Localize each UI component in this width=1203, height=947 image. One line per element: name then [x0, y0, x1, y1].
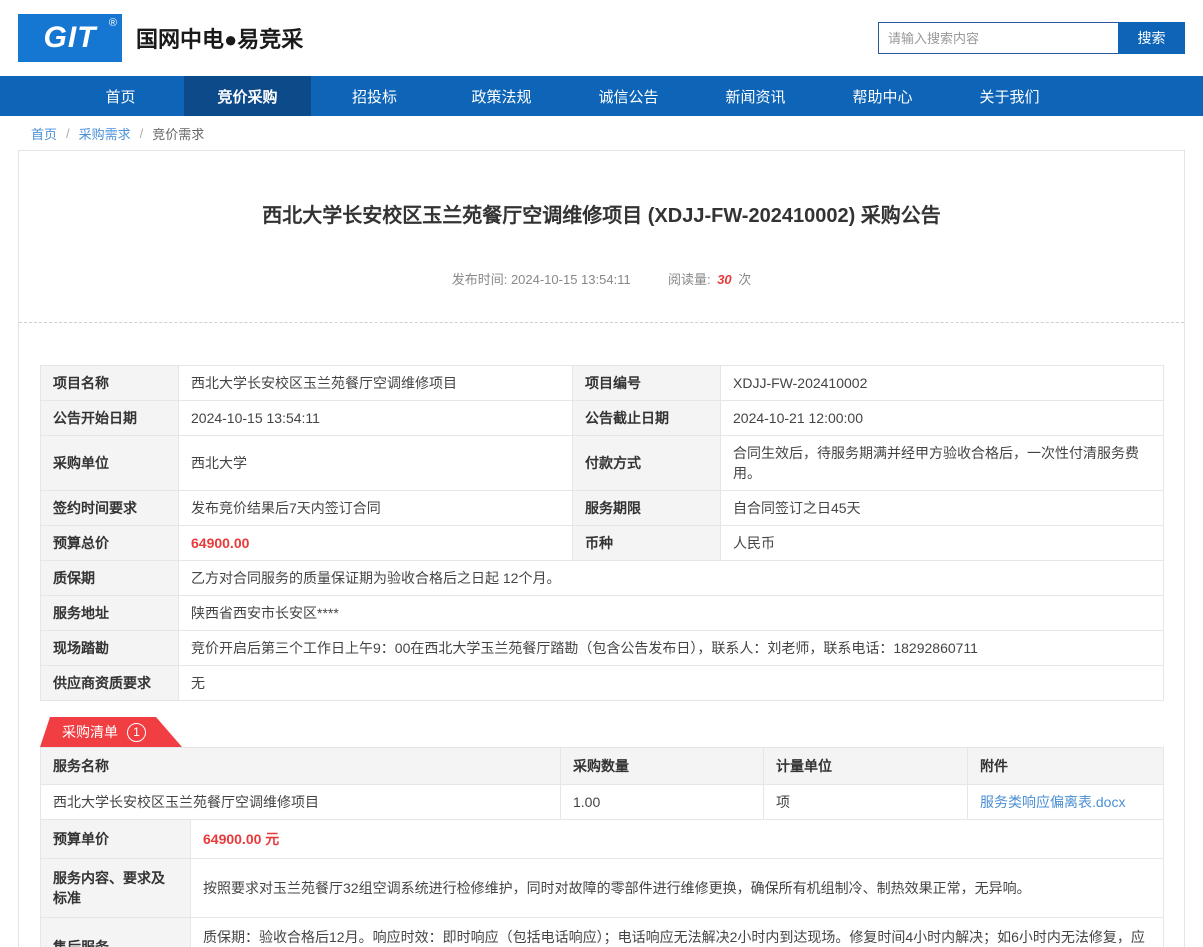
project-name-label: 项目名称 — [40, 365, 179, 401]
service-period-label: 服务期限 — [572, 490, 721, 526]
table-row: 项目名称 西北大学长安校区玉兰苑餐厅空调维修项目 项目编号 XDJJ-FW-20… — [40, 365, 1164, 401]
column-service-name: 服务名称 — [40, 747, 561, 785]
nav-item-help-center[interactable]: 帮助中心 — [819, 76, 946, 116]
column-unit: 计量单位 — [763, 747, 968, 785]
search-button[interactable]: 搜索 — [1118, 22, 1185, 54]
main-nav: 首页 竞价采购 招投标 政策法规 诚信公告 新闻资讯 帮助中心 关于我们 — [0, 76, 1203, 116]
qualification-value: 无 — [178, 665, 1164, 701]
views-count: 30 — [717, 272, 732, 287]
nav-item-tender[interactable]: 招投标 — [311, 76, 438, 116]
purchase-list-tag-label: 采购清单 — [62, 724, 118, 740]
nav-item-about-us[interactable]: 关于我们 — [946, 76, 1073, 116]
end-date-label: 公告截止日期 — [572, 400, 721, 436]
sign-time-value: 发布竞价结果后7天内签订合同 — [178, 490, 573, 526]
payment-label: 付款方式 — [572, 435, 721, 491]
service-period-value: 自合同签订之日45天 — [720, 490, 1164, 526]
start-date-value: 2024-10-15 13:54:11 — [178, 400, 573, 436]
table-row: 西北大学长安校区玉兰苑餐厅空调维修项目 1.00 项 服务类响应偏离表.docx — [40, 784, 1164, 820]
notice-card: 西北大学长安校区玉兰苑餐厅空调维修项目 (XDJJ-FW-202410002) … — [18, 150, 1185, 947]
site-title: 国网中电●易竞采 — [136, 27, 304, 52]
search-bar: 搜索 — [878, 22, 1185, 54]
attachment-cell: 服务类响应偏离表.docx — [967, 784, 1164, 820]
currency-value: 人民币 — [720, 525, 1164, 561]
views-unit: 次 — [738, 272, 752, 287]
nav-item-news[interactable]: 新闻资讯 — [692, 76, 819, 116]
table-row: 签约时间要求 发布竞价结果后7天内签订合同 服务期限 自合同签订之日45天 — [40, 490, 1164, 526]
qualification-label: 供应商资质要求 — [40, 665, 179, 701]
project-code-value: XDJJ-FW-202410002 — [720, 365, 1164, 401]
column-quantity: 采购数量 — [560, 747, 764, 785]
publish-time-value: 2024-10-15 13:54:11 — [510, 272, 631, 287]
purchaser-value: 西北大学 — [178, 435, 573, 491]
count-badge: 1 — [127, 723, 146, 742]
table-row: 公告开始日期 2024-10-15 13:54:11 公告截止日期 2024-1… — [40, 400, 1164, 436]
breadcrumb-purchase-demand[interactable]: 采购需求 — [79, 124, 131, 143]
project-info-table: 项目名称 西北大学长安校区玉兰苑餐厅空调维修项目 项目编号 XDJJ-FW-20… — [40, 365, 1164, 701]
nav-item-integrity-notices[interactable]: 诚信公告 — [565, 76, 692, 116]
breadcrumb-separator: / — [66, 125, 70, 141]
table-row: 服务内容、要求及标准 按照要求对玉兰苑餐厅32组空调系统进行检修维护，同时对故障… — [40, 858, 1164, 918]
table-row: 服务地址 陕西省西安市长安区**** — [40, 595, 1164, 631]
site-header: GIT ® 国网中电●易竞采 搜索 — [0, 0, 1203, 76]
service-name-value: 西北大学长安校区玉兰苑餐厅空调维修项目 — [40, 784, 561, 820]
payment-value: 合同生效后，待服务期满并经甲方验收合格后，一次性付清服务费用。 — [720, 435, 1164, 491]
unit-value: 项 — [763, 784, 968, 820]
git-logo[interactable]: GIT ® — [18, 14, 122, 62]
divider — [19, 322, 1184, 323]
budget-total-value: 64900.00 — [178, 525, 573, 561]
project-code-label: 项目编号 — [572, 365, 721, 401]
nav-item-home[interactable]: 首页 — [57, 76, 184, 116]
end-date-value: 2024-10-21 12:00:00 — [720, 400, 1164, 436]
budget-total-label: 预算总价 — [40, 525, 179, 561]
service-address-label: 服务地址 — [40, 595, 179, 631]
after-sales-label: 售后服务 — [40, 917, 191, 947]
unit-price-cell: 64900.00 元 — [190, 819, 1164, 859]
page-title: 西北大学长安校区玉兰苑餐厅空调维修项目 (XDJJ-FW-202410002) … — [262, 205, 941, 227]
service-content-label: 服务内容、要求及标准 — [40, 858, 191, 918]
service-content-value: 按照要求对玉兰苑餐厅32组空调系统进行检修维护，同时对故障的零部件进行维修更换，… — [190, 858, 1164, 918]
table-row: 现场踏勘 竞价开启后第三个工作日上午9：00在西北大学玉兰苑餐厅踏勘（包含公告发… — [40, 630, 1164, 666]
table-row: 供应商资质要求 无 — [40, 665, 1164, 701]
search-input[interactable] — [878, 22, 1118, 54]
column-attachment: 附件 — [967, 747, 1164, 785]
table-row: 采购单位 西北大学 付款方式 合同生效后，待服务期满并经甲方验收合格后，一次性付… — [40, 435, 1164, 491]
project-name-value: 西北大学长安校区玉兰苑餐厅空调维修项目 — [178, 365, 573, 401]
purchaser-label: 采购单位 — [40, 435, 179, 491]
breadcrumb-bidding-demand: 竞价需求 — [152, 126, 205, 142]
purchase-list-table: 服务名称 采购数量 计量单位 附件 西北大学长安校区玉兰苑餐厅空调维修项目 1.… — [40, 747, 1164, 820]
table-header-row: 服务名称 采购数量 计量单位 附件 — [40, 747, 1164, 785]
warranty-value: 乙方对合同服务的质量保证期为验收合格后之日起 12个月。 — [178, 560, 1164, 596]
purchase-list-tag: 采购清单 1 — [40, 717, 182, 747]
currency-label: 币种 — [572, 525, 721, 561]
publish-time-label: 发布时间: — [451, 272, 508, 287]
start-date-label: 公告开始日期 — [40, 400, 179, 436]
site-visit-value: 竞价开启后第三个工作日上午9：00在西北大学玉兰苑餐厅踏勘（包含公告发布日），联… — [178, 630, 1164, 666]
sign-time-label: 签约时间要求 — [40, 490, 179, 526]
unit-price-label: 预算单价 — [40, 819, 191, 859]
git-logo-text: GIT — [43, 21, 97, 54]
unit-price-value: 64900.00 元 — [203, 831, 280, 847]
table-row: 售后服务 质保期：验收合格后12月。响应时效：即时响应（包括电话响应）；电话响应… — [40, 917, 1164, 947]
table-row: 预算单价 64900.00 元 — [40, 819, 1164, 859]
breadcrumb: 首页 / 采购需求 / 竞价需求 — [0, 116, 1203, 150]
service-address-value: 陕西省西安市长安区**** — [178, 595, 1164, 631]
attachment-link[interactable]: 服务类响应偏离表.docx — [980, 794, 1125, 810]
breadcrumb-separator: / — [139, 125, 144, 141]
views-label: 阅读量: — [667, 272, 711, 287]
table-row: 预算总价 64900.00 币种 人民币 — [40, 525, 1164, 561]
registered-trademark-icon: ® — [108, 17, 117, 29]
table-row: 质保期 乙方对合同服务的质量保证期为验收合格后之日起 12个月。 — [40, 560, 1164, 596]
warranty-label: 质保期 — [40, 560, 179, 596]
nav-item-bidding-purchase[interactable]: 竞价采购 — [184, 76, 311, 116]
nav-item-policies[interactable]: 政策法规 — [438, 76, 565, 116]
quantity-value: 1.00 — [560, 784, 764, 820]
breadcrumb-home[interactable]: 首页 — [31, 124, 57, 143]
notice-meta: 发布时间: 2024-10-15 13:54:11 阅读量: 30 次 — [19, 269, 1184, 288]
after-sales-value: 质保期：验收合格后12月。响应时效：即时响应（包括电话响应）；电话响应无法解决2… — [190, 917, 1164, 947]
site-visit-label: 现场踏勘 — [40, 630, 179, 666]
budget-total-amount: 64900.00 — [191, 535, 250, 551]
purchase-detail-table: 预算单价 64900.00 元 服务内容、要求及标准 按照要求对玉兰苑餐厅32组… — [40, 819, 1164, 947]
